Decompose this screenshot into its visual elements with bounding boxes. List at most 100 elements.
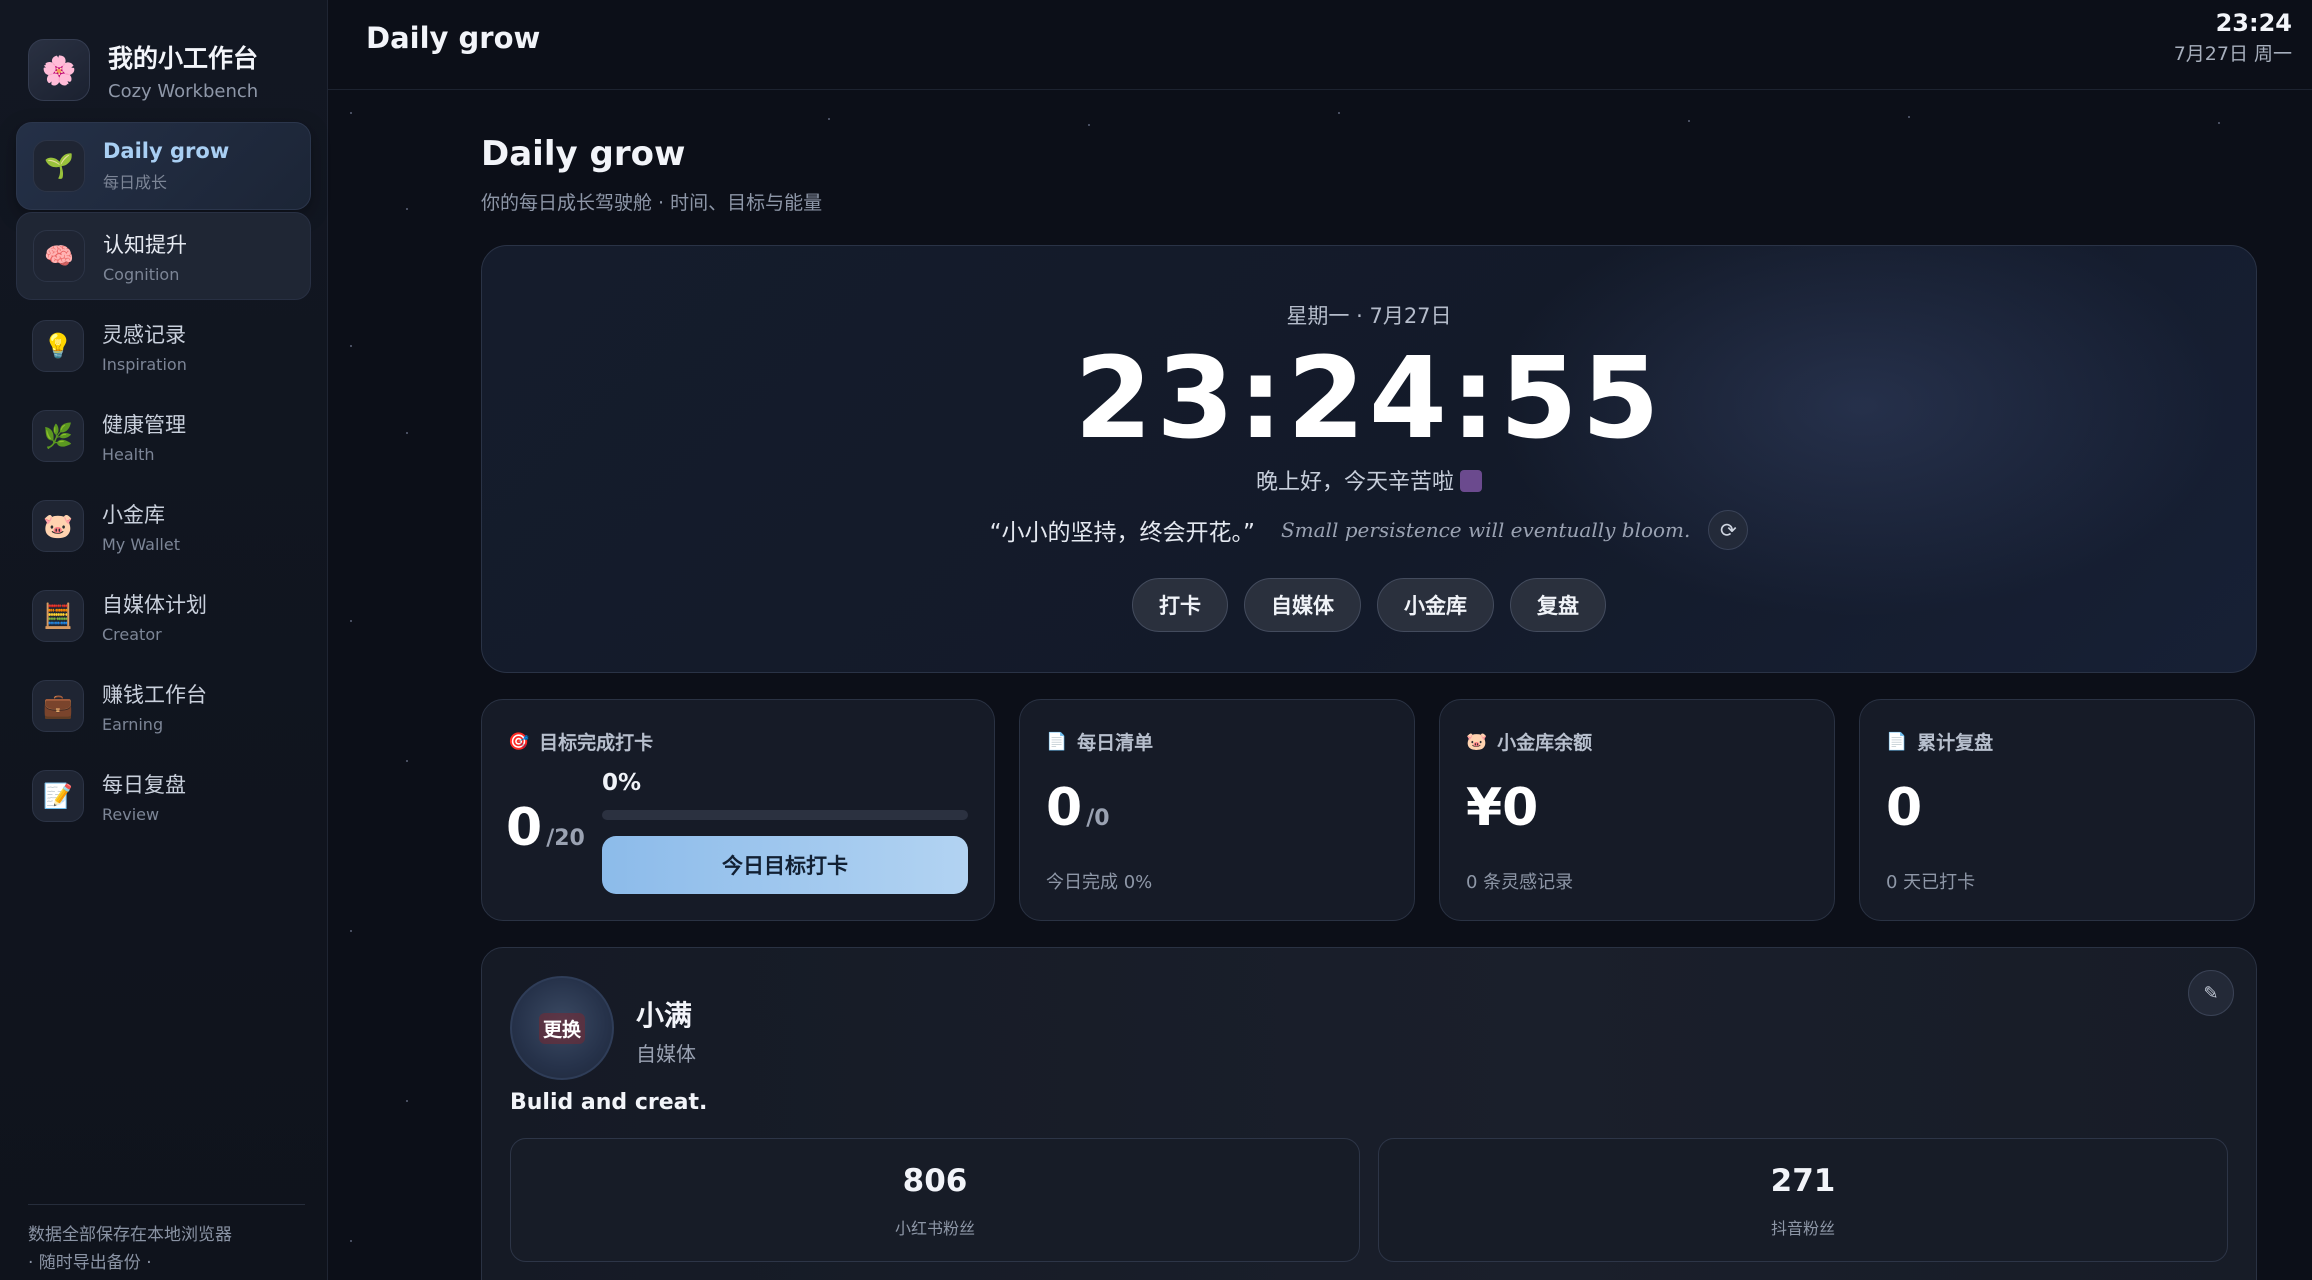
card-footnote: 今日完成 0%: [1046, 872, 1153, 893]
export-note: · 随时导出备份 ·: [28, 1253, 152, 1273]
card-footnote: 0 天已打卡: [1886, 872, 1976, 893]
sidebar-item-sublabel: Creator: [102, 624, 162, 644]
calculator-icon: 🧮: [32, 590, 84, 642]
topbar: Daily grow 23:24 7月27日 周一: [328, 0, 2312, 90]
app-root: 🌸 我的小工作台 Cozy Workbench 🌱 Daily grow 每日成…: [0, 0, 2312, 1280]
lightbulb-icon: 💡: [32, 320, 84, 372]
quote-english: Small persistence will eventually bloom.: [1280, 518, 1691, 542]
change-avatar-label: 更换: [538, 1012, 585, 1044]
topbar-date: 7月27日 周一: [2173, 43, 2292, 65]
sidebar-item-label: 每日复盘: [102, 772, 186, 797]
topbar-title: Daily grow: [366, 20, 541, 55]
stats-row: 🎯 目标完成打卡 0/20 0% 今日目标打卡 📄 每日清单 0 /0 今日完成…: [481, 699, 2257, 921]
checkin-button[interactable]: 打卡: [1132, 578, 1228, 632]
brand: 🌸 我的小工作台 Cozy Workbench: [0, 0, 327, 118]
edit-profile-button[interactable]: ✎: [2188, 970, 2234, 1016]
star-dot: [350, 1240, 352, 1242]
brand-title: 我的小工作台: [108, 43, 259, 73]
sidebar-item-sublabel: Health: [102, 444, 155, 464]
star-dot: [350, 930, 352, 932]
card-title: 小金库余额: [1497, 732, 1593, 754]
follower-label: 抖音粉丝: [1770, 1219, 1835, 1238]
sidebar-item-label: 健康管理: [102, 412, 186, 437]
brain-icon: 🧠: [33, 230, 85, 282]
card-title: 每日清单: [1077, 732, 1154, 754]
clock-hero-card: 星期一 · 7月27日 23:24:55 晚上好，今天辛苦啦 “小小的坚持，终会…: [481, 245, 2257, 673]
review-button[interactable]: 复盘: [1510, 578, 1606, 632]
goal-progress-bar: [602, 810, 968, 820]
pencil-icon: ✎: [2203, 982, 2219, 1004]
piggy-bank-icon: 🐷: [1466, 731, 1488, 752]
sidebar-item-sublabel: Cognition: [103, 264, 180, 284]
sidebar-item-label: 小金库: [102, 502, 165, 527]
card-title: 累计复盘: [1917, 732, 1994, 754]
sidebar-item-label: Daily grow: [103, 139, 230, 163]
sidebar-item-sublabel: Review: [102, 804, 160, 824]
piggy-bank-icon: 🐷: [32, 500, 84, 552]
card-footnote: 0 条灵感记录: [1466, 872, 1574, 893]
review-total-card: 📄 累计复盘 0 0 天已打卡: [1859, 699, 2255, 921]
follower-label: 小红书粉丝: [894, 1219, 975, 1238]
star-dot: [350, 620, 352, 622]
refresh-quote-button[interactable]: ⟳: [1708, 510, 1749, 550]
wallet-button[interactable]: 小金库: [1377, 578, 1494, 632]
memo-icon: 📄: [1046, 731, 1068, 752]
sidebar-item-health[interactable]: 🌿 健康管理 Health: [16, 392, 311, 480]
hero-date: 星期一 · 7月27日: [1286, 304, 1452, 328]
memo-icon: 📄: [1886, 731, 1908, 752]
follower-count: 806: [902, 1163, 968, 1199]
list-total: /0: [1086, 806, 1110, 831]
wallet-balance: ¥0: [1466, 778, 1539, 838]
star-dot: [350, 345, 352, 347]
hero-greeting-row: 晚上好，今天辛苦啦: [482, 464, 2256, 496]
sidebar-item-inspiration[interactable]: 💡 灵感记录 Inspiration: [16, 302, 311, 390]
goal-done-count: 0: [506, 798, 543, 858]
topbar-time: 23:24: [2215, 9, 2292, 37]
sidebar-item-creator[interactable]: 🧮 自媒体计划 Creator: [16, 572, 311, 660]
hero-clock: 23:24:55: [1074, 334, 1664, 464]
sidebar-item-sublabel: Inspiration: [102, 354, 187, 374]
sidebar-item-earning[interactable]: 💼 赚钱工作台 Earning: [16, 662, 311, 750]
daily-list-card: 📄 每日清单 0/0 今日完成 0%: [1019, 699, 1415, 921]
seedling-icon: 🌱: [33, 140, 85, 192]
avatar[interactable]: 更换: [510, 976, 614, 1080]
star-dot: [350, 112, 352, 114]
douyin-followers: 271 抖音粉丝: [1378, 1138, 2228, 1262]
sidebar-item-sublabel: Earning: [102, 714, 164, 734]
flower-icon: 🌸: [28, 39, 90, 101]
sidebar-item-label: 灵感记录: [102, 322, 186, 347]
card-title: 目标完成打卡: [539, 732, 654, 754]
star-dot: [406, 208, 408, 210]
xiaohongshu-followers: 806 小红书粉丝: [510, 1138, 1360, 1262]
profile-role: 自媒体: [636, 1042, 696, 1066]
target-icon: 🎯: [508, 731, 530, 752]
sidebar-item-label: 赚钱工作台: [102, 682, 207, 707]
goal-percent: 0%: [602, 770, 642, 796]
quote-chinese: “小小的坚持，终会开花。”: [989, 520, 1255, 546]
sidebar-nav: 🌱 Daily grow 每日成长 🧠 认知提升 Cognition 💡 灵感记…: [0, 118, 327, 840]
hero-greeting: 晚上好，今天辛苦啦: [1255, 470, 1454, 495]
review-count: 0: [1886, 778, 1923, 838]
follower-count: 271: [1770, 1163, 1836, 1199]
goal-checkin-card: 🎯 目标完成打卡 0/20 0% 今日目标打卡: [481, 699, 995, 921]
sidebar-item-wallet[interactable]: 🐷 小金库 My Wallet: [16, 482, 311, 570]
page-subtitle: 你的每日成长驾驶舱 · 时间、目标与能量: [481, 192, 823, 214]
briefcase-icon: 💼: [32, 680, 84, 732]
sidebar-item-daily-grow[interactable]: 🌱 Daily grow 每日成长: [16, 122, 311, 210]
sparkle-icon: [1460, 470, 1482, 492]
sidebar-item-label: 认知提升: [103, 232, 187, 257]
wallet-balance-card: 🐷 小金库余额 ¥0 0 条灵感记录: [1439, 699, 1835, 921]
goal-total: /20: [546, 826, 585, 851]
content: Daily grow 你的每日成长驾驶舱 · 时间、目标与能量 星期一 · 7月…: [481, 90, 2257, 1280]
page-title: Daily grow: [481, 134, 686, 174]
creator-button[interactable]: 自媒体: [1244, 578, 1361, 632]
profile-bio: Bulid and creat.: [510, 1090, 708, 1115]
follower-stats: 806 小红书粉丝 271 抖音粉丝: [510, 1138, 2228, 1262]
sidebar-item-review[interactable]: 📝 每日复盘 Review: [16, 752, 311, 840]
daily-goal-checkin-button[interactable]: 今日目标打卡: [602, 836, 968, 894]
topbar-clock: 23:24 7月27日 周一: [2174, 9, 2292, 66]
memo-icon: 📝: [32, 770, 84, 822]
sidebar-item-cognition[interactable]: 🧠 认知提升 Cognition: [16, 212, 311, 300]
sidebar-footer: 数据全部保存在本地浏览器 · 随时导出备份 ·: [28, 1204, 305, 1280]
creator-profile-card: 更换 小满 自媒体 Bulid and creat. ✎ 806 小红书粉丝 2…: [481, 947, 2257, 1280]
